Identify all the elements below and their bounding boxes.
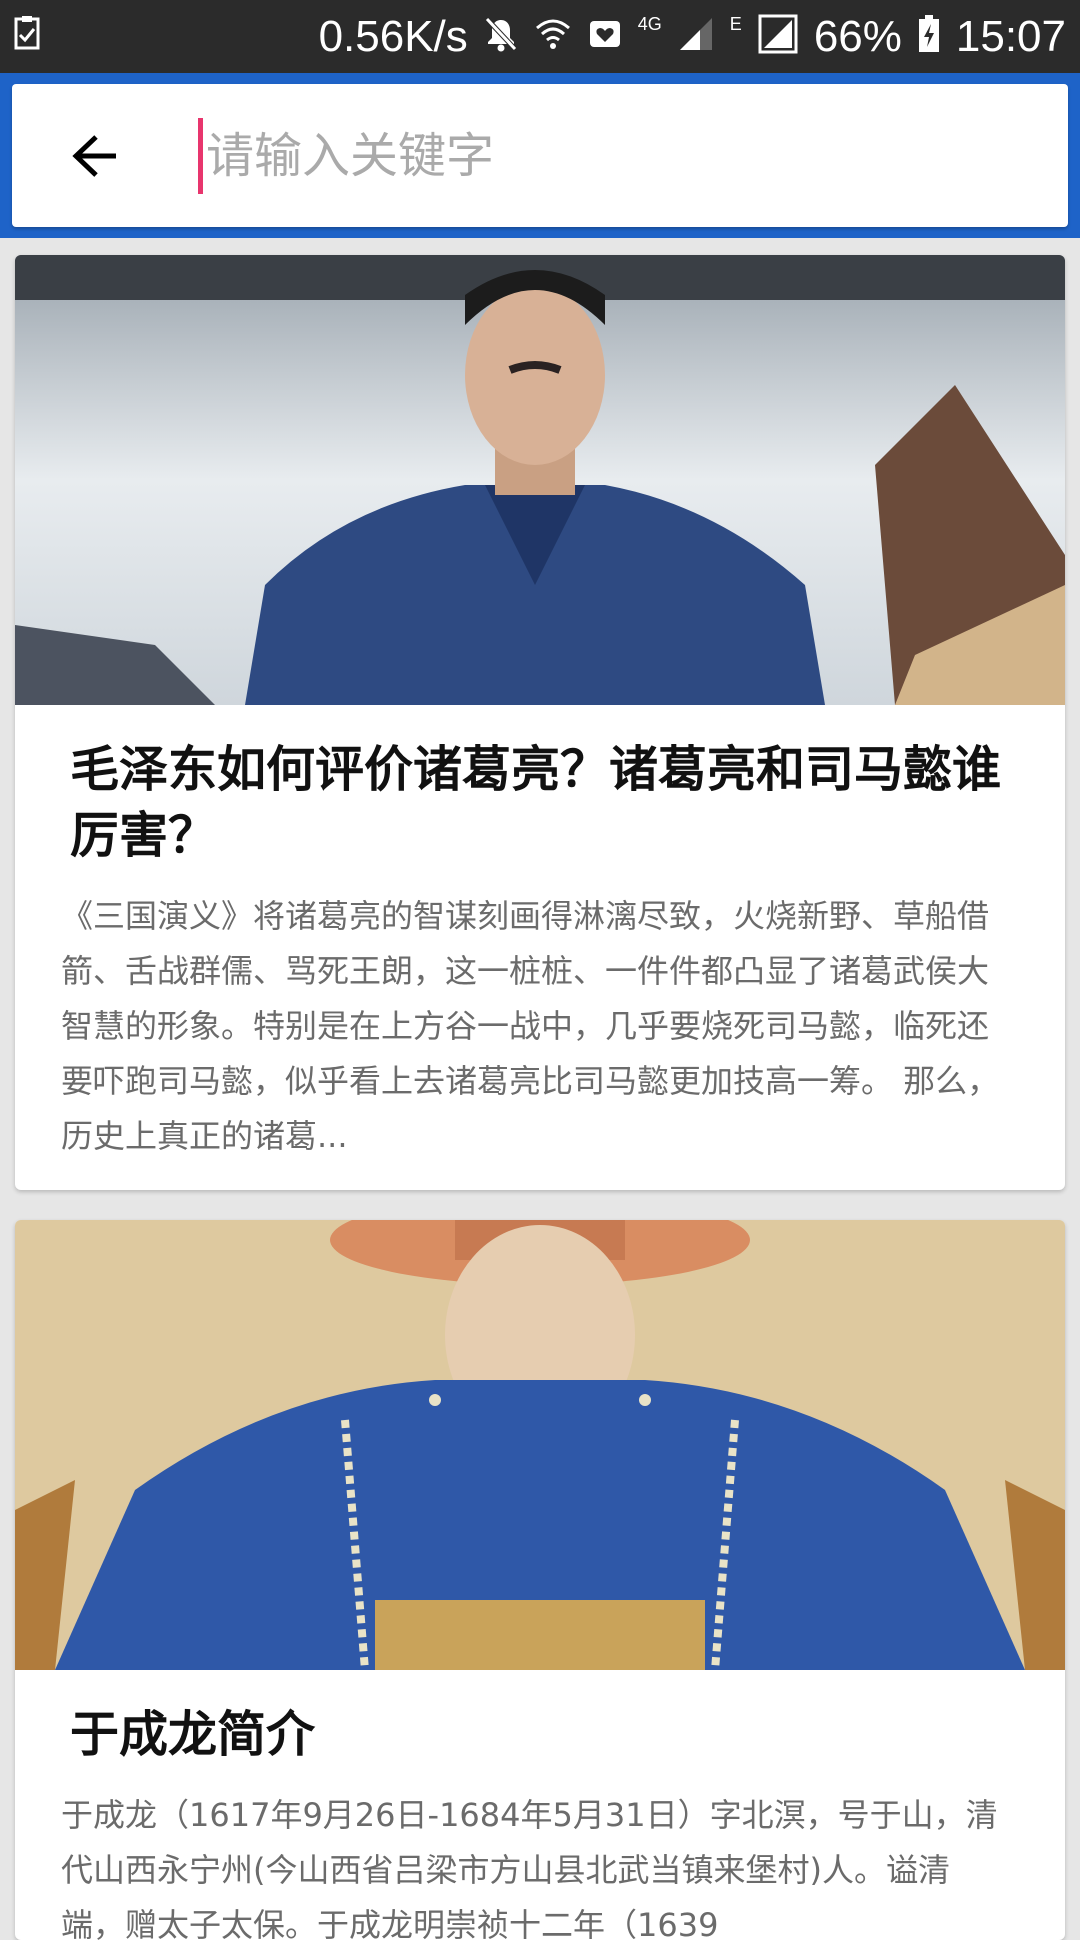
status-bar: 0.56K/s 4G E 66% 15:07 [0,0,1080,73]
network-speed: 0.56K/s [318,11,468,61]
back-button[interactable] [52,120,140,192]
clock: 15:07 [955,11,1066,61]
article-image [15,255,1065,705]
article-card[interactable]: 毛泽东如何评价诸葛亮？诸葛亮和司马懿谁厉害？ 《三国演义》将诸葛亮的智谋刻画得淋… [15,255,1065,1190]
arrow-left-icon [72,135,116,177]
signal-icon [758,14,798,59]
article-summary: 《三国演义》将诸葛亮的智谋刻画得淋漓尽致，火烧新野、草船借箭、舌战群儒、骂死王朗… [61,897,1000,1155]
battery-icon [918,15,940,58]
network-type-e: E [729,14,742,34]
signal-icon [678,16,714,57]
article-image [15,1220,1065,1670]
mute-icon [484,16,518,57]
search-input[interactable] [198,118,1026,194]
text-caret [198,118,203,194]
article-title: 毛泽东如何评价诸葛亮？诸葛亮和司马懿谁厉害？ [70,741,1002,864]
article-summary: 于成龙（1617年9月26日-1684年5月31日）字北溟，号于山，清代山西永宁… [61,1796,998,1940]
wifi-icon [534,16,572,57]
article-title: 于成龙简介 [70,1706,316,1763]
search-bar [12,84,1068,227]
task-check-icon [14,16,40,55]
battery-percent: 66% [813,11,902,61]
heart-mail-icon [588,17,622,56]
article-card[interactable]: 于成龙简介 于成龙（1617年9月26日-1684年5月31日）字北溟，号于山，… [15,1220,1065,1940]
network-type-4g: 4G [637,14,662,34]
